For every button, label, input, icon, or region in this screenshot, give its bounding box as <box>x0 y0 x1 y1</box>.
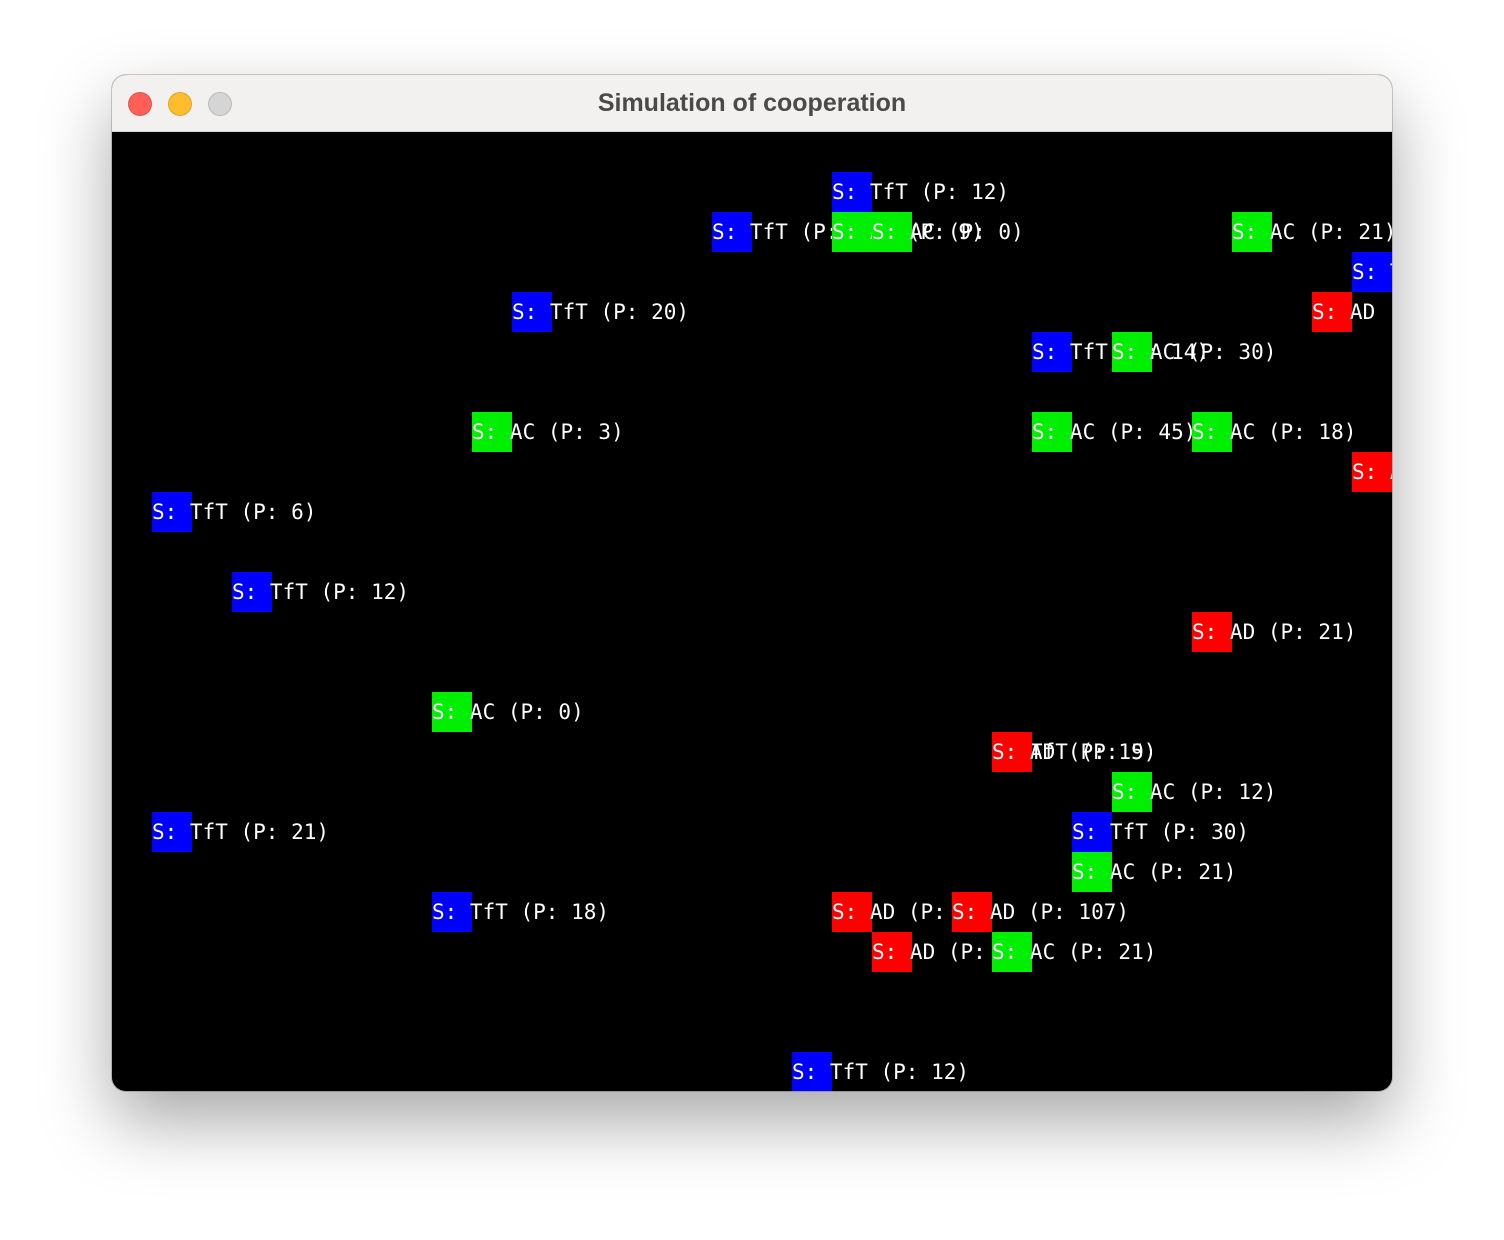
agent-label: S: AC (P: 30) <box>1112 340 1277 364</box>
agent-label: S: TfT (P: 6) <box>152 500 317 524</box>
agent-label: S: AD <box>1312 300 1376 324</box>
agent-label: S: AC (P: 12) <box>1112 780 1277 804</box>
agent-label: S: AD (P: 21) <box>1192 620 1357 644</box>
agent-label: S: TfT (P: 12) <box>832 180 1010 204</box>
agent-label: S: AC (P: 21) <box>1072 860 1237 884</box>
agent-label: S: TfT (P: 12) <box>792 1060 970 1084</box>
agent-label: S: TfT (P: 12) <box>232 580 410 604</box>
agent-label: S: AD <box>1352 460 1392 484</box>
agent-label: S: TfT (P: 30) <box>1072 820 1250 844</box>
agent-label: S: TfT <box>1352 260 1392 284</box>
agent-label: S: TfT (P: 21) <box>152 820 330 844</box>
agent-label: S: AD (P: 15) <box>992 740 1157 764</box>
agent-label: S: TfT (P: 20) <box>512 300 690 324</box>
agent-label: S: TfT (P: 18) <box>432 900 610 924</box>
agent-label: S: AC (P: 21) <box>1232 220 1392 244</box>
agent-label: S: AC (P: 0) <box>432 700 584 724</box>
agent-label: S: AC (P: 18) <box>1192 420 1357 444</box>
agent-label: S: AC (P: 0) <box>872 220 1024 244</box>
agent-label: S: AC (P: 3) <box>472 420 624 444</box>
agent-label: S: AD (P: 107) <box>952 900 1130 924</box>
agent-label: S: AC (P: 45) <box>1032 420 1197 444</box>
app-window: Simulation of cooperation S: TfT (P: 12)… <box>112 75 1392 1091</box>
agent-label: S: AC (P: 21) <box>992 940 1157 964</box>
simulation-canvas: S: TfT (P: 12)S: TfT (P: 24)S: AC (P: 9)… <box>112 132 1392 1091</box>
window-title: Simulation of cooperation <box>597 89 907 117</box>
title-bar[interactable]: Simulation of cooperation <box>112 75 1392 132</box>
